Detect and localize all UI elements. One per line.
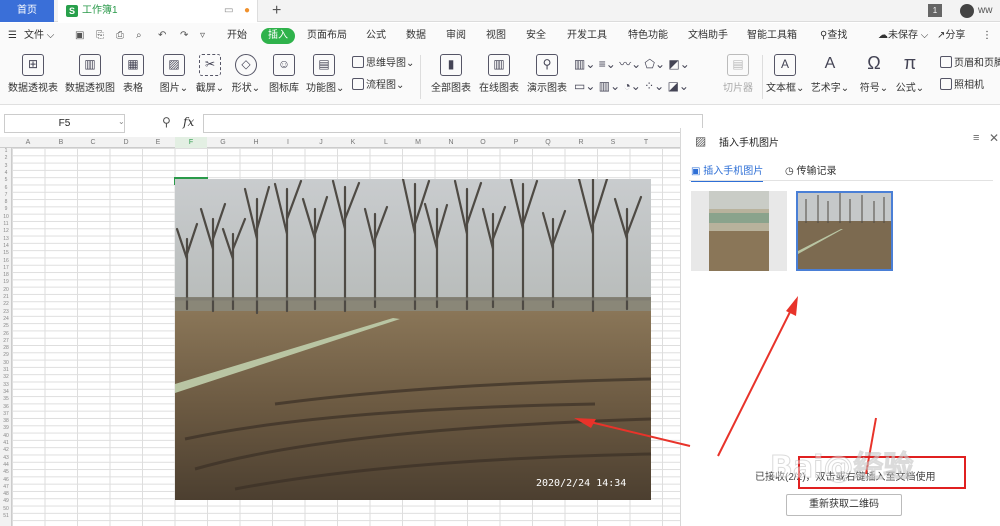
watermark: Bai@经验: [770, 450, 913, 485]
arrow-to-photo: [581, 419, 691, 447]
annotation-overlay: Bai@经验: [574, 296, 966, 489]
arrowhead-thumbnail-icon: [786, 296, 798, 316]
red-arrows: [581, 299, 877, 475]
arrow-to-thumbnail: [717, 299, 797, 457]
arrowhead-photo-icon: [574, 418, 596, 428]
